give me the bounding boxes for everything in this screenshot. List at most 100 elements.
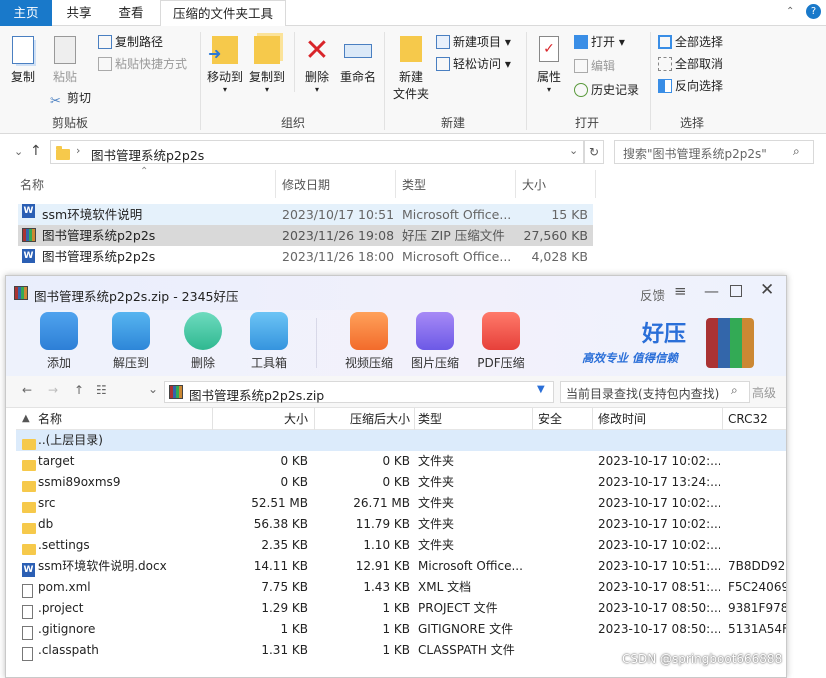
minimize-icon[interactable]: — <box>704 282 719 300</box>
archive-row[interactable]: src 52.51 MB 26.71 MB 文件夹 2023-10-17 10:02:.… <box>16 493 786 514</box>
archive-search-box[interactable]: 当前目录查找(支持包内查找) ⌕ <box>560 381 750 403</box>
archive-row[interactable]: ssmi89oxms9 0 KB 0 KB 文件夹 2023-10-17 13:24:.… <box>16 472 786 493</box>
up-arrow-icon[interactable]: ↑ <box>74 383 84 397</box>
archive-row[interactable]: pom.xml 7.75 KB 1.43 KB XML 文档 2023-10-17 08… <box>16 577 786 598</box>
help-icon[interactable]: ? <box>806 4 821 19</box>
address-bar[interactable]: › 图书管理系统p2p2s ⌄ <box>50 140 584 164</box>
edit-button[interactable]: 编辑 <box>574 56 615 76</box>
row-type: 文件夹 <box>418 475 455 489</box>
add-button[interactable]: 添加 <box>30 312 88 371</box>
feedback-link[interactable]: 反馈 <box>640 285 665 304</box>
pdf-compress-button[interactable]: PDF压缩 <box>468 312 534 371</box>
tab-home[interactable]: 主页 <box>0 0 52 26</box>
archive-search-placeholder: 当前目录查找(支持包内查找) <box>566 387 720 401</box>
row-type: 文件夹 <box>418 454 455 468</box>
video-compress-button[interactable]: 视频压缩 <box>336 312 402 371</box>
open-button[interactable]: 打开 ▾ <box>574 32 625 52</box>
address-dropdown-icon[interactable]: ⌄ <box>569 144 578 157</box>
column-size[interactable]: 大小 <box>216 408 308 430</box>
archive-row[interactable]: ..(上层目录) <box>16 430 786 451</box>
archive-row[interactable]: db 56.38 KB 11.79 KB 文件夹 2023-10-17 10:02:..… <box>16 514 786 535</box>
search-icon: ⌕ <box>731 383 738 397</box>
column-type[interactable]: 类型 <box>418 408 442 430</box>
archive-row[interactable]: .settings 2.35 KB 1.10 KB 文件夹 2023-10-17 10:… <box>16 535 786 556</box>
back-arrow-icon[interactable]: ← <box>22 383 32 397</box>
column-size[interactable]: 大小 <box>522 176 546 193</box>
file-row[interactable]: W ssm环境软件说明 2023/10/17 10:51 Microsoft O… <box>18 204 593 225</box>
file-icon <box>22 645 33 666</box>
copy-to-button[interactable]: 复制到 ▾ <box>248 36 286 94</box>
file-date: 2023/10/17 10:51 <box>282 207 395 222</box>
select-none-button[interactable]: 全部取消 <box>658 54 723 74</box>
zip-archive-icon <box>169 385 183 399</box>
group-divider <box>294 32 295 92</box>
brand-name: 好压 <box>642 322 687 347</box>
column-date[interactable]: 修改日期 <box>282 176 330 193</box>
easy-access-button[interactable]: 轻松访问 ▾ <box>436 54 511 74</box>
column-crc32[interactable]: CRC32 <box>728 408 768 430</box>
path-dropdown-icon[interactable]: ⌄ <box>148 382 158 396</box>
advanced-search-link[interactable]: 高级 <box>752 384 776 401</box>
paste-shortcut-button[interactable]: 粘贴快捷方式 <box>98 54 187 74</box>
close-icon[interactable]: ✕ <box>760 280 774 300</box>
zip-path-field[interactable]: 图书管理系统p2p2s.zip ▼ <box>164 381 554 403</box>
file-name: ssm环境软件说明 <box>42 207 143 222</box>
archive-row[interactable]: .gitignore 1 KB 1 KB GITIGNORE 文件 2023-10-17… <box>16 619 786 640</box>
history-button[interactable]: 历史记录 <box>574 80 639 100</box>
select-all-button[interactable]: 全部选择 <box>658 32 723 52</box>
copy-button[interactable]: 复制 <box>8 36 38 85</box>
copy-path-button[interactable]: 复制路径 <box>98 32 163 52</box>
image-icon <box>416 312 454 350</box>
invert-selection-button[interactable]: 反向选择 <box>658 76 723 96</box>
dropdown-small-icon[interactable]: ⌄ <box>14 145 23 158</box>
refresh-button[interactable]: ↻ <box>584 140 604 164</box>
search-box[interactable]: 搜索"图书管理系统p2p2s" ⌕ <box>614 140 814 164</box>
delete-archive-button[interactable]: 删除 <box>174 312 232 371</box>
view-mode-icon[interactable]: ☷ <box>96 383 107 397</box>
column-modified[interactable]: 修改时间 <box>598 408 646 430</box>
column-divider <box>532 408 533 430</box>
folder-icon <box>56 146 70 160</box>
row-crc32: 7B8DD928 <box>728 559 786 573</box>
forward-arrow-icon[interactable]: → <box>48 383 58 397</box>
archive-row[interactable]: Wssm环境软件说明.docx 14.11 KB 12.91 KB Microsoft… <box>16 556 786 577</box>
column-type[interactable]: 类型 <box>402 176 426 193</box>
tab-compressed-tools[interactable]: 压缩的文件夹工具 <box>160 0 286 26</box>
file-row[interactable]: 图书管理系统p2p2s 2023/11/26 19:08 好压 ZIP 压缩文件… <box>18 225 593 246</box>
archive-row[interactable]: target 0 KB 0 KB 文件夹 2023-10-17 10:02:... <box>16 451 786 472</box>
properties-button[interactable]: ✓ 属性 ▾ <box>532 36 566 94</box>
csdn-watermark: CSDN @springboot666888 <box>622 652 783 666</box>
image-compress-button[interactable]: 图片压缩 <box>402 312 468 371</box>
menu-icon[interactable]: ≡ <box>674 282 687 300</box>
paste-button[interactable]: 粘贴 <box>50 36 80 85</box>
column-security[interactable]: 安全 <box>538 408 562 430</box>
new-item-button[interactable]: 新建项目 ▾ <box>436 32 511 52</box>
extract-to-button[interactable]: 解压到 <box>102 312 160 371</box>
column-name[interactable]: 名称 <box>20 176 44 193</box>
file-row[interactable]: W 图书管理系统p2p2s 2023/11/26 18:00 Microsoft… <box>18 246 593 267</box>
delete-button[interactable]: ✕ 删除 ▾ <box>300 36 334 95</box>
path-history-dropdown-icon[interactable]: ▼ <box>537 384 545 395</box>
row-name: ssm环境软件说明.docx <box>38 559 167 573</box>
collapse-ribbon-icon[interactable]: ⌃ <box>786 6 794 17</box>
toolbox-button[interactable]: 工具箱 <box>240 312 298 371</box>
row-size: 1.29 KB <box>261 601 308 615</box>
row-modified: 2023-10-17 10:02:... <box>598 538 720 552</box>
tab-view[interactable]: 查看 <box>108 0 154 26</box>
zip-archive-icon <box>22 228 36 242</box>
move-to-button[interactable]: ➜ 移动到 ▾ <box>206 36 244 94</box>
maximize-icon[interactable] <box>730 285 742 297</box>
up-arrow-icon[interactable]: ↑ <box>30 143 42 159</box>
tab-share[interactable]: 共享 <box>56 0 102 26</box>
cut-button[interactable]: ✂ 剪切 <box>50 88 91 109</box>
row-modified: 2023-10-17 08:51:... <box>598 580 720 594</box>
address-area: ⌄ ↑ › 图书管理系统p2p2s ⌄ ↻ 搜索"图书管理系统p2p2s" ⌕ <box>0 136 826 170</box>
row-name: ..(上层目录) <box>38 433 103 447</box>
column-compressed-size[interactable]: 压缩后大小 <box>318 408 410 430</box>
column-name[interactable]: 名称 <box>38 408 62 430</box>
archive-row[interactable]: .project 1.29 KB 1 KB PROJECT 文件 2023-10-17 … <box>16 598 786 619</box>
rename-button[interactable]: 重命名 <box>338 36 378 85</box>
new-folder-button[interactable]: 新建 文件夹 <box>392 36 430 102</box>
haozip-app-icon <box>14 286 28 300</box>
ribbon: 复制 粘贴 复制路径 粘贴快捷方式 ✂ 剪切 剪贴板 ➜ 移动到 ▾ 复制到 ▾ ✕ … <box>0 26 826 134</box>
